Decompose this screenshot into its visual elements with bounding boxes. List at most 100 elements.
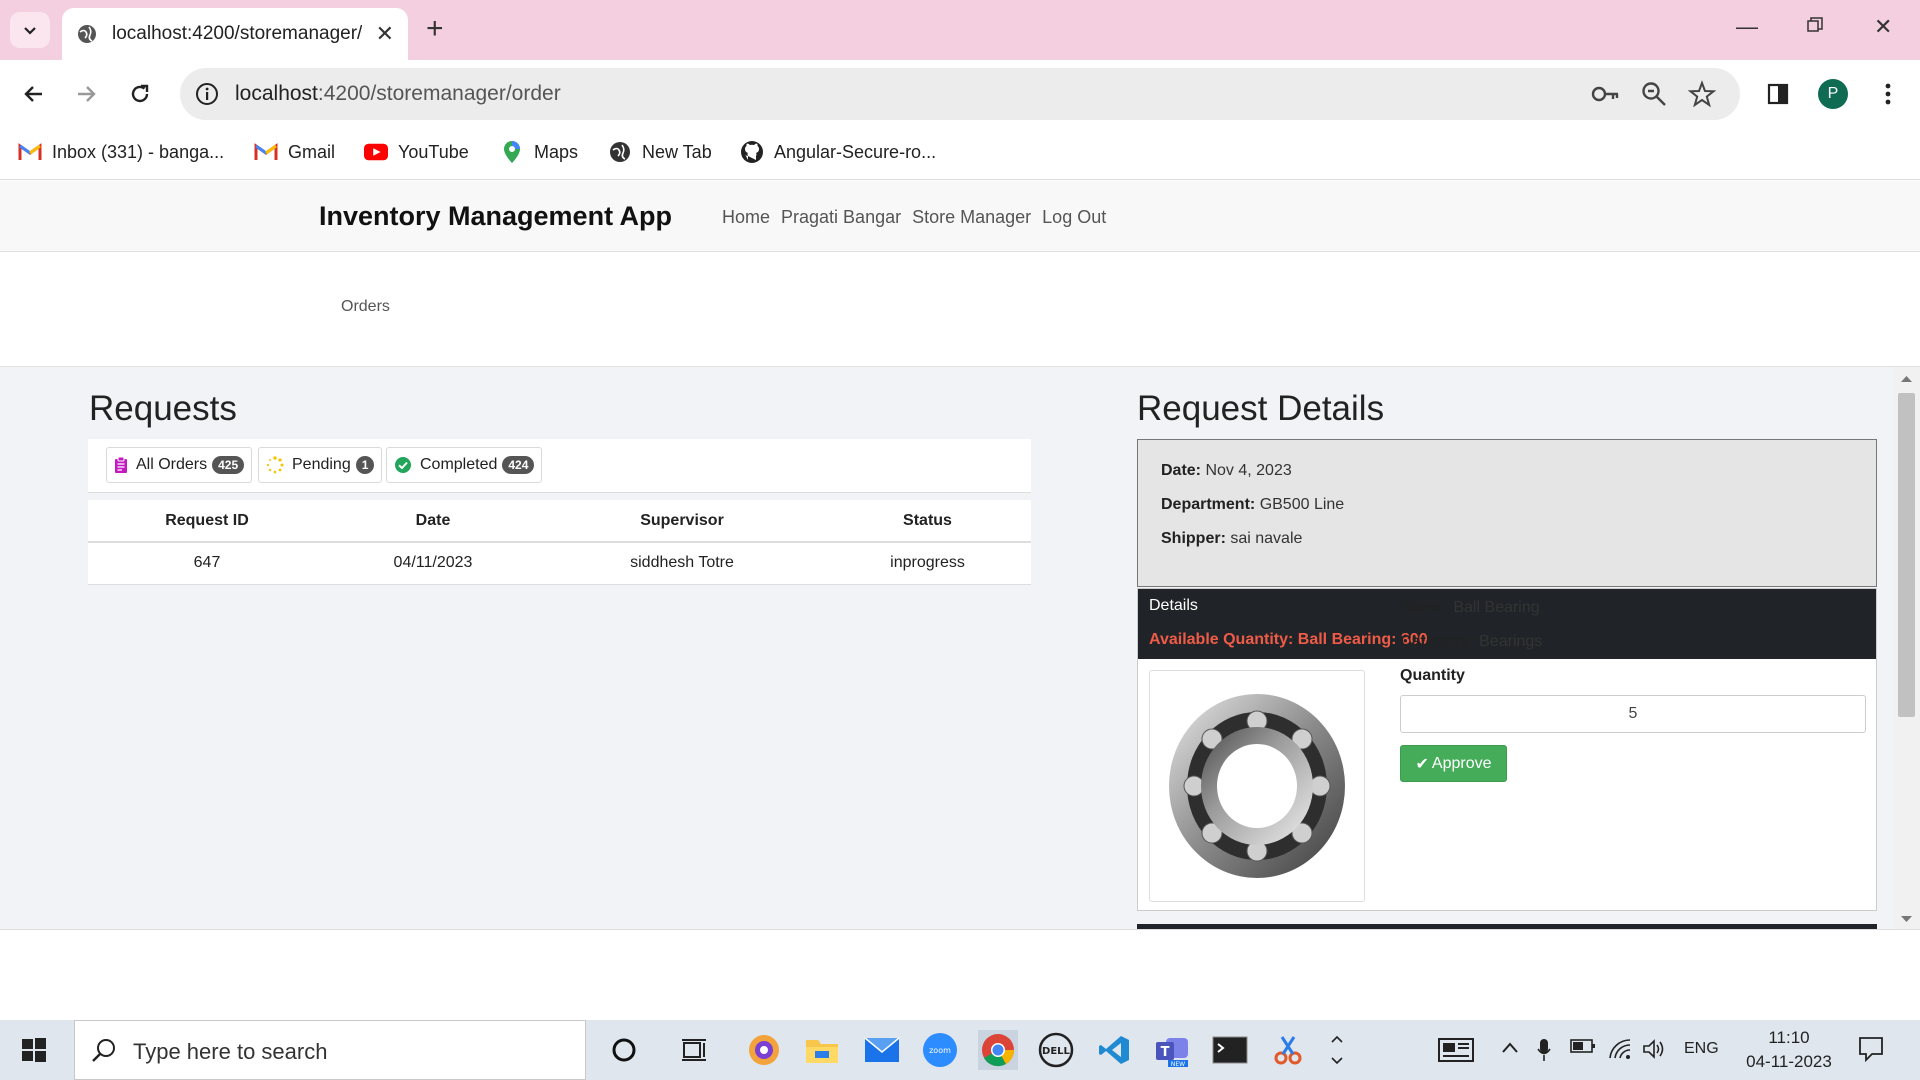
- tab-close-icon[interactable]: ✕: [376, 21, 394, 47]
- close-window-icon[interactable]: ✕: [1874, 14, 1892, 40]
- scroll-down-icon[interactable]: [1901, 915, 1912, 923]
- category-row: Category: Bearings: [1400, 633, 1543, 650]
- chevron-down-icon: [24, 27, 36, 35]
- forward-button[interactable]: [70, 78, 102, 110]
- bookmark-youtube[interactable]: YouTube: [364, 140, 469, 164]
- address-bar[interactable]: localhost:4200/storemanager/order: [180, 68, 1740, 120]
- request-info-panel: Date: Nov 4, 2023 Department: GB500 Line…: [1137, 439, 1877, 587]
- bookmark-star-icon[interactable]: [1688, 80, 1716, 108]
- scroll-thumb[interactable]: [1898, 393, 1915, 717]
- clock[interactable]: 11:10 04-11-2023: [1736, 1026, 1842, 1074]
- microphone-icon[interactable]: [1536, 1038, 1552, 1067]
- app-brand[interactable]: Inventory Management App: [319, 201, 672, 232]
- taskbar-overflow-icon[interactable]: [1330, 1032, 1344, 1073]
- file-explorer-icon[interactable]: [802, 1030, 842, 1070]
- password-key-icon[interactable]: [1590, 80, 1620, 108]
- volume-icon[interactable]: [1642, 1038, 1666, 1065]
- svg-text:DELL: DELL: [1042, 1046, 1071, 1057]
- table-row[interactable]: 647 04/11/2023 siddhesh Totre inprogress: [88, 542, 1031, 585]
- bookmark-inbox[interactable]: Inbox (331) - banga...: [18, 140, 224, 164]
- kebab-menu-icon[interactable]: [1884, 82, 1892, 106]
- new-tab-button[interactable]: +: [426, 14, 444, 44]
- snipping-tool-icon[interactable]: [1268, 1030, 1308, 1070]
- filter-completed-button[interactable]: Completed 424: [386, 447, 543, 483]
- product-image: [1149, 670, 1365, 902]
- filter-all-orders-button[interactable]: All Orders 425: [106, 447, 253, 483]
- count-badge: 424: [502, 456, 535, 474]
- minimize-icon[interactable]: —: [1736, 14, 1758, 40]
- notifications-icon[interactable]: [1858, 1036, 1884, 1067]
- bookmark-gmail[interactable]: Gmail: [254, 140, 335, 164]
- bookmark-angular-secure[interactable]: Angular-Secure-ro...: [740, 140, 936, 164]
- arrow-left-icon: [24, 86, 42, 102]
- quantity-input[interactable]: 5: [1400, 695, 1866, 733]
- item-details-card: Details Available Quantity: Ball Bearing…: [1137, 588, 1877, 911]
- spinner-icon: [266, 456, 284, 474]
- language-indicator[interactable]: ENG: [1684, 1040, 1719, 1058]
- youtube-icon: [364, 140, 388, 164]
- requests-table: Request ID Date Supervisor Status 647 04…: [88, 500, 1031, 585]
- nav-links: Home Pragati Bangar Store Manager Log Ou…: [722, 207, 1106, 228]
- tab-title: localhost:4200/storemanager/order: [112, 23, 362, 44]
- shipper-row: Shipper: sai navale: [1161, 530, 1303, 547]
- zoom-app-icon[interactable]: zoom: [920, 1030, 960, 1070]
- restore-icon[interactable]: [1806, 14, 1824, 40]
- dell-icon[interactable]: DELL: [1036, 1030, 1076, 1070]
- reload-button[interactable]: [124, 78, 156, 110]
- battery-icon[interactable]: [1570, 1038, 1596, 1059]
- reload-icon: [131, 84, 149, 103]
- teams-icon[interactable]: T NEW: [1152, 1030, 1192, 1070]
- bookmark-new-tab[interactable]: New Tab: [608, 140, 712, 164]
- date-row: Date: Nov 4, 2023: [1161, 462, 1292, 479]
- globe-icon: [608, 140, 632, 164]
- approve-button[interactable]: ✔ Approve: [1400, 745, 1507, 782]
- terminal-icon[interactable]: [1210, 1030, 1250, 1070]
- vscode-icon[interactable]: [1094, 1030, 1134, 1070]
- url-text: localhost:4200/storemanager/order: [235, 82, 561, 105]
- clock-time: 11:10: [1768, 1028, 1810, 1047]
- bookmark-maps[interactable]: Maps: [500, 140, 578, 164]
- ball-bearing-icon: [1169, 694, 1345, 878]
- breadcrumb[interactable]: Orders: [341, 298, 390, 316]
- wifi-icon[interactable]: [1608, 1038, 1632, 1065]
- count-badge: 425: [212, 456, 245, 474]
- nav-home[interactable]: Home: [722, 207, 770, 228]
- nav-store-manager[interactable]: Store Manager: [912, 207, 1031, 228]
- cortana-icon[interactable]: [604, 1030, 644, 1070]
- column-header-status: Status: [824, 500, 1031, 543]
- news-icon[interactable]: [1438, 1038, 1474, 1067]
- windows-start-icon[interactable]: [22, 1038, 46, 1062]
- tab-search-button[interactable]: [10, 12, 50, 48]
- next-card-header: [1137, 924, 1877, 929]
- filter-pending-button[interactable]: Pending 1: [258, 447, 383, 483]
- gmail-icon: [18, 140, 42, 164]
- browser-app-icon[interactable]: [744, 1030, 784, 1070]
- requests-heading: Requests: [89, 389, 237, 428]
- page-scrollbar[interactable]: [1893, 367, 1920, 929]
- nav-user[interactable]: Pragati Bangar: [781, 207, 901, 228]
- app-navbar: Inventory Management App Home Pragati Ba…: [0, 181, 1920, 252]
- side-panel-icon[interactable]: [1766, 82, 1790, 106]
- browser-tab-active[interactable]: localhost:4200/storemanager/order ✕: [62, 8, 408, 60]
- zoom-icon[interactable]: [1640, 80, 1668, 108]
- site-info-icon[interactable]: [194, 81, 220, 107]
- chrome-icon[interactable]: [978, 1030, 1018, 1070]
- column-header-request-id: Request ID: [88, 500, 326, 543]
- back-button[interactable]: [18, 78, 50, 110]
- taskbar-search[interactable]: Type here to search: [74, 1020, 586, 1080]
- scroll-up-icon[interactable]: [1901, 375, 1912, 383]
- filter-bar: All Orders 425 Pending 1 Completed 424: [88, 439, 1031, 493]
- task-view-icon[interactable]: [674, 1030, 714, 1070]
- profile-avatar[interactable]: P: [1818, 79, 1848, 109]
- show-hidden-icons[interactable]: [1500, 1038, 1520, 1063]
- column-header-supervisor: Supervisor: [540, 500, 824, 543]
- column-header-date: Date: [326, 500, 540, 543]
- cell-date: 04/11/2023: [326, 542, 540, 585]
- nav-logout[interactable]: Log Out: [1042, 207, 1106, 228]
- arrow-right-icon: [78, 86, 96, 102]
- github-icon: [740, 140, 764, 164]
- cell-supervisor: siddhesh Totre: [540, 542, 824, 585]
- browser-tab-bar: localhost:4200/storemanager/order ✕ + — …: [0, 0, 1920, 60]
- count-badge: 1: [355, 456, 375, 474]
- mail-icon[interactable]: [862, 1030, 902, 1070]
